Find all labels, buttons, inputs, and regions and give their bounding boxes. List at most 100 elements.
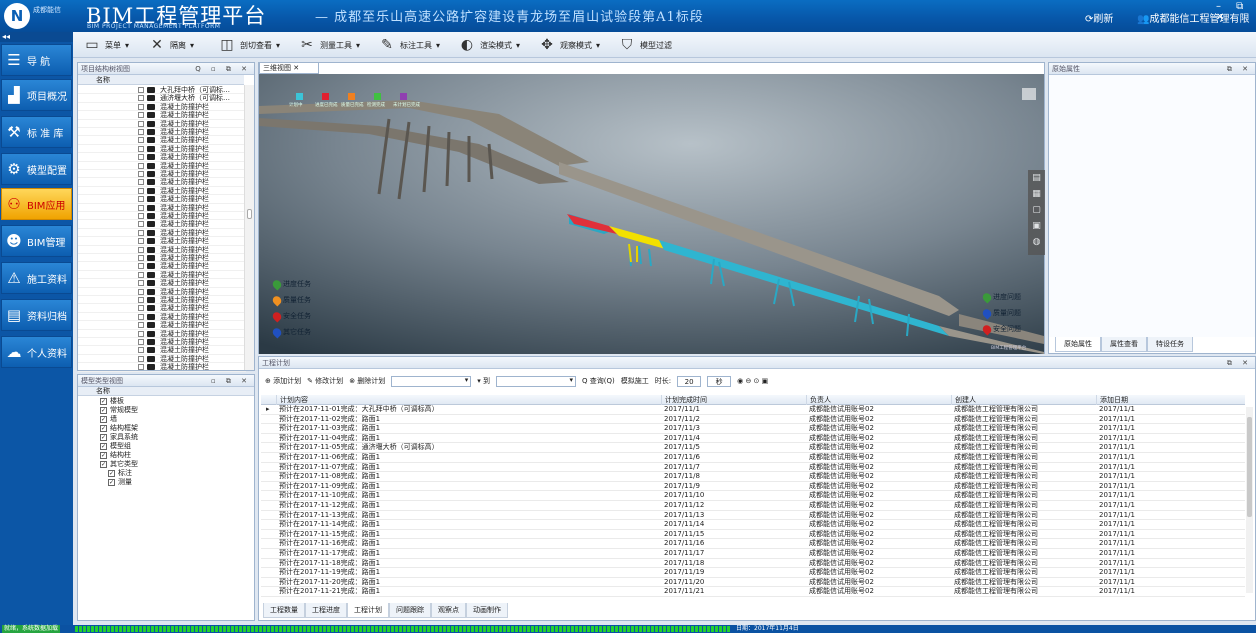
tree-row[interactable]: 混凝土防撞护栏 <box>78 195 246 204</box>
tree-checkbox[interactable] <box>138 355 144 362</box>
nav-item-2[interactable]: ▟ 项目概况 <box>1 79 72 111</box>
table-row[interactable]: 预计在2017-11-16完成：路面1 2017/11/16 成都能信试用账号02 成… <box>261 539 1245 549</box>
delete-plan-button[interactable]: ⊗ 删除计划 <box>349 376 385 386</box>
tree-row[interactable]: 混凝土防撞护栏 <box>78 288 246 296</box>
table-row[interactable]: 预计在2017-11-08完成：路面1 2017/11/8 成都能信试用账号02 成都… <box>261 472 1245 482</box>
column-header[interactable]: 创建人 <box>951 395 976 405</box>
add-plan-button[interactable]: ⊕ 添加计划 <box>265 376 301 386</box>
model-type-row[interactable]: ✓ 墙 <box>100 415 117 424</box>
scroll-thumb[interactable] <box>247 209 252 219</box>
tree-checkbox[interactable] <box>138 129 144 135</box>
column-header[interactable]: 计划内容 <box>276 395 308 405</box>
type-checkbox[interactable]: ✓ <box>100 460 107 468</box>
tree-checkbox[interactable] <box>138 179 144 186</box>
nav-item-8[interactable]: ▤ 资料归档 <box>1 299 72 331</box>
table-row[interactable]: ▸ 预计在2017-11-01完成：大孔拜中桥（可调标高） 2017/11/1 成都能… <box>261 405 1245 415</box>
toolbar-4-button[interactable]: ✂ 测量工具 ▾ <box>298 36 360 54</box>
tree-row[interactable]: 混凝土防撞护栏 <box>78 229 246 238</box>
tree-checkbox[interactable] <box>138 162 144 169</box>
side-tool-icons[interactable]: ▤ ▦ ▢ ▣ ◍ <box>1028 170 1045 250</box>
nav-item-7[interactable]: ⚠ 施工资料 <box>1 262 72 294</box>
table-row[interactable]: 预计在2017-11-17完成：路面1 2017/11/17 成都能信试用账号02 成… <box>261 549 1245 559</box>
tree-checkbox[interactable] <box>138 280 144 287</box>
props-tab-2[interactable]: 属性查看 <box>1101 337 1147 352</box>
table-row[interactable]: 预计在2017-11-19完成：路面1 2017/11/19 成都能信试用账号02 成… <box>261 568 1245 578</box>
tree-row[interactable]: 混凝土防撞护栏 <box>78 313 246 322</box>
tree-checkbox[interactable] <box>138 171 144 177</box>
type-checkbox[interactable]: ✓ <box>108 469 115 477</box>
playback-controls[interactable]: ◉ ⊖ ⊙ ▣ <box>737 377 768 385</box>
tree-row[interactable]: 混凝土防撞护栏 <box>78 330 246 338</box>
tree-checkbox[interactable] <box>138 238 144 245</box>
tree-scrollbar[interactable] <box>244 85 254 370</box>
tree-checkbox[interactable] <box>138 120 144 127</box>
plan-tab-1[interactable]: 工程数量 <box>263 603 305 618</box>
table-row[interactable]: 预计在2017-11-03完成：路面1 2017/11/3 成都能信试用账号02 成都… <box>261 424 1245 434</box>
edit-plan-button[interactable]: ✎ 修改计划 <box>307 376 343 386</box>
panel-controls[interactable]: Q ▫ ⧉ ✕ <box>195 63 251 75</box>
tree-row[interactable]: 混凝土防撞护栏 <box>78 246 246 254</box>
table-row[interactable]: 预计在2017-11-13完成：路面1 2017/11/13 成都能信试用账号02 成… <box>261 511 1245 521</box>
table-row[interactable]: 预计在2017-11-14完成：路面1 2017/11/14 成都能信试用账号02 成… <box>261 520 1245 530</box>
task-item[interactable]: 质量任务 <box>270 293 311 307</box>
unit-select[interactable]: 秒 <box>707 375 732 387</box>
panel-controls[interactable]: ⧉ ✕ <box>1227 63 1252 75</box>
nav-item-5[interactable]: ⚇ BIM应用 <box>1 188 72 220</box>
table-scrollbar[interactable] <box>1246 407 1253 593</box>
nav-item-4[interactable]: ⚙ 模型配置 <box>1 153 72 185</box>
tree-checkbox[interactable] <box>138 263 144 270</box>
nav-item-1[interactable]: ☰ 导 航 <box>1 44 72 76</box>
tree-row[interactable]: 混凝土防撞护栏 <box>78 338 246 347</box>
model-type-row[interactable]: ✓ 结构柱 <box>100 451 131 460</box>
tree-row[interactable]: 混凝土防撞护栏 <box>78 237 246 246</box>
tree-row[interactable]: 混凝土防撞护栏 <box>78 254 246 263</box>
issue-item[interactable]: 安全问题 <box>980 322 1021 336</box>
type-checkbox[interactable]: ✓ <box>100 406 107 414</box>
view-side-tools[interactable]: ▤ ▦ ▢ ▣ ◍ <box>1028 170 1045 255</box>
task-item[interactable]: 安全任务 <box>270 309 311 323</box>
tree-checkbox[interactable] <box>138 154 144 161</box>
plan-tab-2[interactable]: 工程进度 <box>305 603 347 618</box>
issue-item[interactable]: 进度问题 <box>980 290 1021 304</box>
tree-row[interactable]: 混凝土防撞护栏 <box>78 296 246 305</box>
tree-row[interactable]: 通济堰大桥（可调标… <box>78 94 246 103</box>
model-type-row[interactable]: ✓ 标注 <box>108 469 132 478</box>
tree-checkbox[interactable] <box>138 204 144 211</box>
refresh-button[interactable]: ⟳刷新 <box>1085 10 1113 25</box>
type-checkbox[interactable]: ✓ <box>100 442 107 450</box>
type-checkbox[interactable]: ✓ <box>100 451 107 459</box>
props-tab-3[interactable]: 特设任务 <box>1147 337 1193 352</box>
type-checkbox[interactable]: ✓ <box>100 424 107 432</box>
toolbar-7-button[interactable]: ✥ 观察模式 ▾ <box>538 36 600 54</box>
tree-row[interactable]: 混凝土防撞护栏 <box>78 162 246 170</box>
tree-row[interactable]: 混凝土防撞护栏 <box>78 145 246 154</box>
type-checkbox[interactable]: ✓ <box>100 415 107 423</box>
model-type-row[interactable]: ✓ 测量 <box>108 478 132 487</box>
tree-checkbox[interactable] <box>138 339 144 345</box>
tree-checkbox[interactable] <box>138 313 144 320</box>
tree-checkbox[interactable] <box>138 297 144 303</box>
tree-row[interactable]: 混凝土防撞护栏 <box>78 153 246 162</box>
type-checkbox[interactable]: ✓ <box>100 397 107 405</box>
table-row[interactable]: 预计在2017-11-15完成：路面1 2017/11/15 成都能信试用账号02 成… <box>261 530 1245 540</box>
nav-collapse-button[interactable]: ◂◂ <box>0 32 73 42</box>
table-row[interactable]: 预计在2017-11-21完成：路面1 2017/11/21 成都能信试用账号02 成… <box>261 587 1245 597</box>
tree-row[interactable]: 混凝土防撞护栏 <box>78 120 246 128</box>
toolbar-5-button[interactable]: ✎ 标注工具 ▾ <box>378 36 440 54</box>
tree-row[interactable]: 混凝土防撞护栏 <box>78 279 246 288</box>
tree-row[interactable]: 混凝土防撞护栏 <box>78 136 246 145</box>
type-checkbox[interactable]: ✓ <box>108 478 115 486</box>
table-row[interactable]: 预计在2017-11-05完成：通济堰大桥（可调标高） 2017/11/5 成都能信… <box>261 443 1245 453</box>
tree-checkbox[interactable] <box>138 322 144 329</box>
tree-row[interactable]: 混凝土防撞护栏 <box>78 212 246 221</box>
column-header[interactable]: 计划完成时间 <box>661 395 707 405</box>
tree-checkbox[interactable] <box>138 229 144 236</box>
window-controls[interactable]: – ⧉ ✕ <box>1216 1 1256 23</box>
tree-row[interactable]: 混凝土防撞护栏 <box>78 187 246 196</box>
tree-checkbox[interactable] <box>138 112 144 119</box>
column-header[interactable]: 负责人 <box>806 395 831 405</box>
issue-item[interactable]: 质量问题 <box>980 306 1021 320</box>
tree-row[interactable]: 混凝土防撞护栏 <box>78 363 246 372</box>
model-type-row[interactable]: ✓ 楼板 <box>100 397 124 406</box>
tree-checkbox[interactable] <box>138 95 144 102</box>
